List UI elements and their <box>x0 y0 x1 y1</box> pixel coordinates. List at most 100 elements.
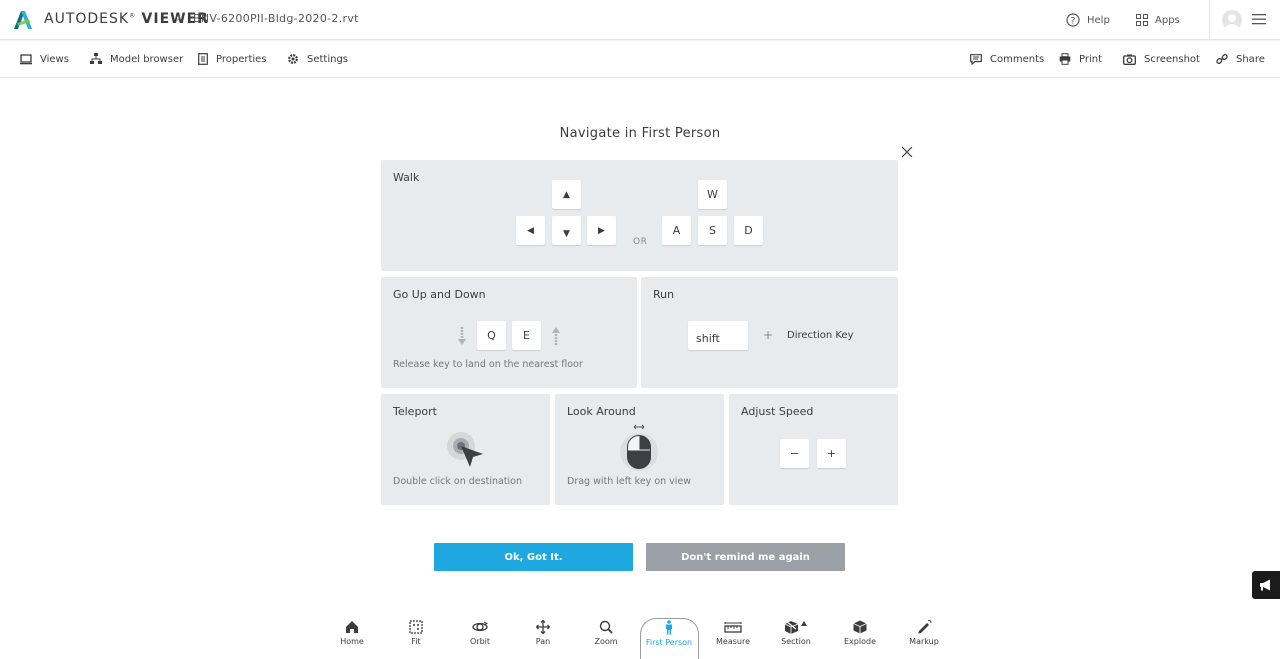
gear-icon <box>288 54 298 64</box>
help-button[interactable]: ? Help <box>1066 0 1110 40</box>
avatar[interactable] <box>1222 10 1242 30</box>
section-tool[interactable]: Section <box>771 620 821 646</box>
speed-decrease-button[interactable]: − <box>780 439 809 468</box>
share-button[interactable]: Share <box>1216 41 1265 77</box>
apps-button[interactable]: Apps <box>1136 0 1180 40</box>
pan-label: Pan <box>535 637 551 646</box>
teleport-cursor-icon <box>447 432 483 467</box>
orbit-icon <box>472 621 488 632</box>
key-w: W <box>698 180 727 209</box>
tree-icon <box>90 53 102 64</box>
apps-grid-icon <box>1136 14 1148 26</box>
speed-increase-button[interactable]: + <box>817 439 846 468</box>
close-icon[interactable] <box>900 145 914 159</box>
arrow-down-icon <box>458 327 466 345</box>
run-title: Run <box>653 288 675 301</box>
key-a: A <box>662 216 691 245</box>
document-icon <box>198 53 208 65</box>
pan-icon <box>536 620 550 634</box>
zoom-icon <box>599 620 613 634</box>
share-label: Share <box>1236 53 1265 65</box>
dialog-title: Navigate in First Person <box>559 126 721 141</box>
divider <box>1209 0 1210 40</box>
secondary-toolbar: Views Model browser Properties Settings … <box>0 41 1280 78</box>
properties-label: Properties <box>216 53 267 65</box>
apps-label: Apps <box>1155 14 1180 26</box>
feedback-button[interactable] <box>1252 571 1280 599</box>
screenshot-button[interactable]: Screenshot <box>1123 41 1200 77</box>
chevron-right-icon: › <box>176 10 182 26</box>
settings-button[interactable]: Settings <box>287 41 348 77</box>
speed-panel: Adjust Speed − + <box>729 394 898 505</box>
walk-title: Walk <box>393 171 420 184</box>
views-button[interactable]: Views <box>20 41 69 77</box>
updown-caption: Release key to land on the nearest floor <box>393 359 583 370</box>
explode-tool[interactable]: Explode <box>835 620 885 646</box>
printer-icon <box>1059 53 1071 65</box>
arrow-right-key: ▶ <box>587 216 616 245</box>
settings-label: Settings <box>307 53 349 65</box>
print-button[interactable]: Print <box>1059 41 1102 77</box>
section-icon <box>784 621 807 634</box>
pan-tool[interactable]: Pan <box>518 620 568 646</box>
help-icon: ? <box>1066 13 1080 27</box>
autodesk-logo <box>14 11 32 29</box>
zoom-label: Zoom <box>594 637 618 646</box>
key-shift: shift <box>688 321 748 350</box>
user-icon <box>1225 14 1239 30</box>
teleport-panel: Teleport Double click on destination <box>381 394 550 505</box>
cube-icon <box>853 620 867 634</box>
teleport-title: Teleport <box>393 405 437 418</box>
model-browser-button[interactable]: Model browser <box>90 41 183 77</box>
updown-panel: Go Up and Down Q E Release key to land o… <box>381 277 637 388</box>
look-caption: Drag with left key on view <box>567 476 692 487</box>
walk-panel: Walk ▲ ◀ ▼ ▶ OR W A S D <box>381 160 898 271</box>
help-label: Help <box>1087 14 1110 26</box>
fit-label: Fit <box>411 637 421 646</box>
top-bar: AUTODESK® VIEWER › BNV-6200PII-Bldg-2020… <box>0 0 1280 40</box>
orbit-tool[interactable]: Orbit <box>455 620 505 646</box>
arrow-up-icon <box>552 327 560 345</box>
markup-tool[interactable]: Markup <box>899 620 949 646</box>
arrow-down-icon: ▼ <box>563 228 570 239</box>
ok-got-it-button[interactable]: Ok, Got It. <box>434 543 633 571</box>
teleport-caption: Double click on destination <box>393 476 523 487</box>
updown-title: Go Up and Down <box>393 288 486 301</box>
person-icon <box>666 620 672 635</box>
section-label: Section <box>781 637 811 646</box>
measure-label: Measure <box>716 637 750 646</box>
dont-remind-button[interactable]: Don't remind me again <box>646 543 845 571</box>
first-person-label: First Person <box>645 638 693 647</box>
menu-icon[interactable] <box>1252 12 1266 26</box>
key-s: S <box>698 216 727 245</box>
home-icon <box>346 621 358 633</box>
fit-icon <box>409 620 423 634</box>
look-panel: Look Around Drag with left key on view <box>555 394 724 505</box>
explode-label: Explode <box>844 637 876 646</box>
ruler-icon <box>724 622 742 633</box>
arrow-up-key: ▲ <box>552 180 581 209</box>
brand-title[interactable]: AUTODESK® VIEWER <box>44 11 209 27</box>
arrow-down-key: ▼ <box>552 216 581 245</box>
home-tool[interactable]: Home <box>327 620 377 646</box>
brand-light: AUTODESK <box>44 11 130 27</box>
fit-tool[interactable]: Fit <box>391 620 441 646</box>
measure-tool[interactable]: Measure <box>708 620 758 646</box>
key-q: Q <box>477 321 506 350</box>
speed-title: Adjust Speed <box>741 405 814 418</box>
markup-label: Markup <box>909 637 939 646</box>
first-person-tool[interactable]: First Person <box>644 620 694 647</box>
properties-button[interactable]: Properties <box>198 41 267 77</box>
camera-icon <box>1123 54 1136 65</box>
arrow-up-icon: ▲ <box>563 189 570 200</box>
comment-icon <box>970 53 982 65</box>
views-label: Views <box>40 53 69 65</box>
comments-button[interactable]: Comments <box>970 41 1044 77</box>
screenshot-label: Screenshot <box>1144 53 1200 65</box>
key-d: D <box>734 216 763 245</box>
pencil-icon <box>918 620 932 634</box>
zoom-tool[interactable]: Zoom <box>581 620 631 646</box>
orbit-label: Orbit <box>469 637 491 646</box>
arrow-left-icon: ◀ <box>527 225 534 236</box>
run-panel: Run shift + Direction Key <box>641 277 898 388</box>
